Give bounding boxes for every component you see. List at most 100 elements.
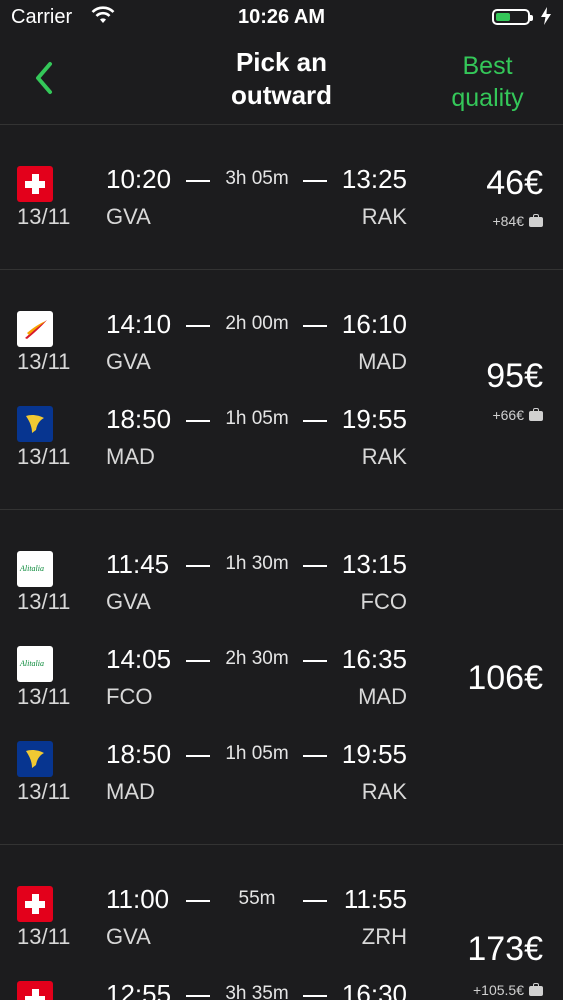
- timeline-dash: [303, 325, 327, 327]
- flight-date: 13/11: [17, 924, 71, 949]
- alitalia-logo-icon: Alitalia: [17, 646, 53, 682]
- origin-airport: GVA: [106, 589, 151, 614]
- arrival-time: 11:55: [343, 884, 407, 914]
- origin-airport: MAD: [106, 779, 155, 804]
- flight-duration: 2h 00m: [225, 313, 289, 334]
- origin-airport: GVA: [106, 349, 151, 374]
- arrival-time: 13:15: [341, 549, 407, 579]
- flight-duration: 1h 30m: [225, 553, 289, 574]
- alitalia-logo-icon: Alitalia: [17, 551, 53, 587]
- charging-bolt-icon: [541, 7, 551, 25]
- bag-fee: +105.5€: [473, 982, 543, 998]
- battery-icon: [492, 9, 533, 25]
- arrival-time: 13:25: [341, 164, 407, 194]
- arrival-time: 16:35: [341, 644, 407, 674]
- departure-time: 12:55: [106, 979, 172, 1000]
- timeline-dash: [186, 995, 210, 997]
- timeline-dash: [303, 565, 327, 567]
- status-time: 10:26 AM: [237, 6, 326, 28]
- flight-leg: 13/11 10:20 3h 05m 13:25 GVA RAK: [0, 158, 563, 238]
- flight-leg: 13/11 18:50 1h 05m 19:55 MAD RAK: [0, 733, 563, 813]
- status-bar: Carrier 10:26 AM: [0, 0, 563, 36]
- alitalia-logo-text: Alitalia: [20, 659, 44, 668]
- destination-airport: ZRH: [361, 924, 407, 949]
- timeline-dash: [303, 180, 327, 182]
- flight-date: 13/11: [17, 684, 71, 709]
- departure-time: 14:05: [106, 644, 172, 674]
- departure-time: 10:20: [106, 164, 172, 194]
- timeline-dash: [186, 660, 210, 662]
- swiss-logo-icon: [17, 166, 53, 202]
- flight-date: 13/11: [17, 444, 71, 469]
- departure-time: 14:10: [106, 309, 172, 339]
- flight-date: 13/11: [17, 589, 71, 614]
- bag-fee-amount: +84€: [492, 213, 524, 229]
- navigation-bar: Pick an outward Best quality: [0, 36, 563, 125]
- ryanair-logo-icon: [17, 406, 53, 442]
- swiss-logo-icon: [17, 981, 53, 1000]
- flight-duration: 55m: [238, 888, 276, 909]
- timeline-dash: [186, 900, 210, 902]
- arrival-time: 19:55: [341, 404, 407, 434]
- flight-date: 13/11: [17, 349, 71, 374]
- price: 95€: [486, 357, 543, 395]
- bag-fee: +66€: [492, 407, 543, 423]
- bag-fee: +84€: [492, 213, 543, 229]
- best-quality-button[interactable]: Best quality: [440, 50, 535, 114]
- arrival-time: 16:30: [341, 979, 407, 1000]
- timeline-dash: [186, 755, 210, 757]
- suitcase-icon: [529, 983, 543, 997]
- flight-date: 13/11: [17, 779, 71, 804]
- swiss-logo-icon: [17, 886, 53, 922]
- destination-airport: RAK: [361, 204, 407, 229]
- itinerary-card[interactable]: 13/11 11:00 55m 11:55 GVA ZRH 12:55 3h 3…: [0, 844, 563, 1000]
- iberia-logo-icon: [17, 311, 53, 347]
- ryanair-logo-icon: [17, 741, 53, 777]
- destination-airport: RAK: [361, 779, 407, 804]
- timeline-dash: [303, 660, 327, 662]
- destination-airport: RAK: [361, 444, 407, 469]
- flight-duration: 1h 05m: [225, 743, 289, 764]
- timeline-dash: [303, 755, 327, 757]
- flight-leg: 13/11 18:50 1h 05m 19:55 MAD RAK: [0, 398, 563, 478]
- timeline-dash: [303, 995, 327, 997]
- suitcase-icon: [529, 214, 543, 228]
- origin-airport: GVA: [106, 924, 151, 949]
- flight-leg: 13/11 14:10 2h 00m 16:10 GVA MAD: [0, 303, 563, 383]
- timeline-dash: [186, 420, 210, 422]
- departure-time: 18:50: [106, 404, 172, 434]
- flight-duration: 2h 30m: [225, 648, 289, 669]
- origin-airport: GVA: [106, 204, 151, 229]
- price: 46€: [486, 164, 543, 202]
- flight-date: 13/11: [17, 204, 71, 229]
- arrival-time: 16:10: [341, 309, 407, 339]
- timeline-dash: [186, 325, 210, 327]
- itinerary-card[interactable]: Alitalia 13/11 11:45 1h 30m 13:15 GVA FC…: [0, 509, 563, 845]
- timeline-dash: [186, 565, 210, 567]
- best-quality-line1: Best: [462, 52, 513, 80]
- timeline-dash: [186, 180, 210, 182]
- suitcase-icon: [529, 408, 543, 422]
- bag-fee-amount: +66€: [492, 407, 524, 423]
- departure-time: 18:50: [106, 739, 172, 769]
- price: 106€: [467, 659, 543, 697]
- flight-duration: 3h 35m: [225, 983, 289, 1000]
- flight-duration: 1h 05m: [225, 408, 289, 429]
- departure-time: 11:00: [106, 884, 170, 914]
- best-quality-line2: quality: [451, 84, 524, 112]
- price: 173€: [467, 930, 543, 968]
- arrival-time: 19:55: [341, 739, 407, 769]
- destination-airport: MAD: [358, 349, 407, 374]
- flight-leg: Alitalia 13/11 11:45 1h 30m 13:15 GVA FC…: [0, 543, 563, 623]
- itinerary-card[interactable]: 13/11 10:20 3h 05m 13:25 GVA RAK 46€ +84…: [0, 124, 563, 270]
- destination-airport: MAD: [358, 684, 407, 709]
- alitalia-logo-text: Alitalia: [20, 564, 44, 573]
- flight-duration: 3h 05m: [225, 168, 289, 189]
- origin-airport: FCO: [106, 684, 153, 709]
- bag-fee-amount: +105.5€: [473, 982, 524, 998]
- destination-airport: FCO: [360, 589, 407, 614]
- itinerary-card[interactable]: 13/11 14:10 2h 00m 16:10 GVA MAD 13/11 1…: [0, 269, 563, 510]
- timeline-dash: [303, 900, 327, 902]
- departure-time: 11:45: [106, 549, 170, 579]
- origin-airport: MAD: [106, 444, 155, 469]
